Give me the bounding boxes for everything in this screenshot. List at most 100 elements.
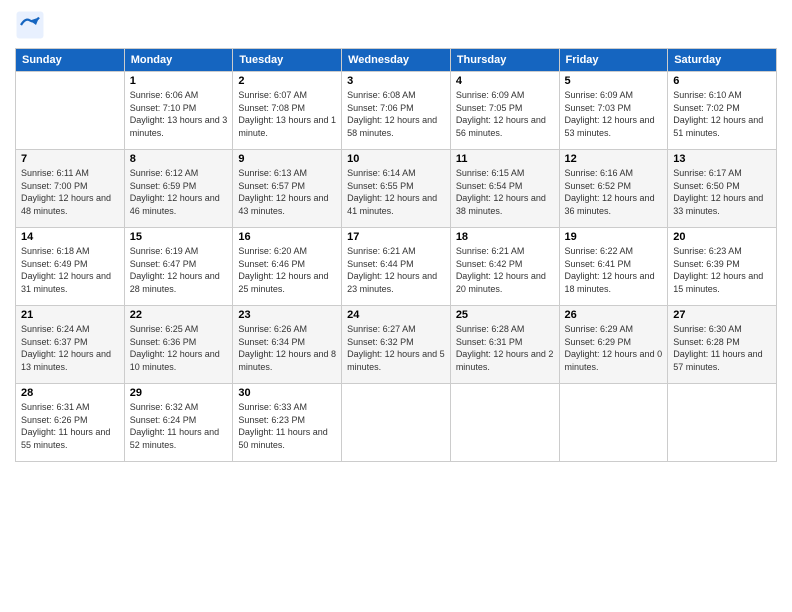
sunset-text: Sunset: 7:05 PM (456, 102, 554, 115)
day-number: 10 (347, 153, 445, 165)
sunset-text: Sunset: 6:34 PM (238, 336, 336, 349)
sunset-text: Sunset: 6:55 PM (347, 180, 445, 193)
day-number: 9 (238, 153, 336, 165)
sunset-text: Sunset: 6:46 PM (238, 258, 336, 271)
calendar-cell: 10 Sunrise: 6:14 AM Sunset: 6:55 PM Dayl… (342, 150, 451, 228)
day-number: 24 (347, 309, 445, 321)
sunrise-text: Sunrise: 6:09 AM (565, 89, 663, 102)
sunrise-text: Sunrise: 6:08 AM (347, 89, 445, 102)
calendar-cell: 18 Sunrise: 6:21 AM Sunset: 6:42 PM Dayl… (450, 228, 559, 306)
sunset-text: Sunset: 6:41 PM (565, 258, 663, 271)
day-info: Sunrise: 6:29 AM Sunset: 6:29 PM Dayligh… (565, 323, 663, 373)
sunset-text: Sunset: 6:26 PM (21, 414, 119, 427)
sunset-text: Sunset: 6:37 PM (21, 336, 119, 349)
daylight-text: Daylight: 12 hours and 10 minutes. (130, 348, 228, 373)
day-number: 6 (673, 75, 771, 87)
calendar-cell (342, 384, 451, 462)
calendar-cell: 9 Sunrise: 6:13 AM Sunset: 6:57 PM Dayli… (233, 150, 342, 228)
sunset-text: Sunset: 7:02 PM (673, 102, 771, 115)
day-number: 2 (238, 75, 336, 87)
sunrise-text: Sunrise: 6:22 AM (565, 245, 663, 258)
sunset-text: Sunset: 6:29 PM (565, 336, 663, 349)
calendar-cell: 2 Sunrise: 6:07 AM Sunset: 7:08 PM Dayli… (233, 72, 342, 150)
daylight-text: Daylight: 11 hours and 57 minutes. (673, 348, 771, 373)
sunrise-text: Sunrise: 6:06 AM (130, 89, 228, 102)
day-number: 7 (21, 153, 119, 165)
sunrise-text: Sunrise: 6:23 AM (673, 245, 771, 258)
daylight-text: Daylight: 11 hours and 50 minutes. (238, 426, 336, 451)
day-number: 12 (565, 153, 663, 165)
day-info: Sunrise: 6:09 AM Sunset: 7:03 PM Dayligh… (565, 89, 663, 139)
sunrise-text: Sunrise: 6:12 AM (130, 167, 228, 180)
day-info: Sunrise: 6:32 AM Sunset: 6:24 PM Dayligh… (130, 401, 228, 451)
calendar-cell: 17 Sunrise: 6:21 AM Sunset: 6:44 PM Dayl… (342, 228, 451, 306)
sunrise-text: Sunrise: 6:16 AM (565, 167, 663, 180)
calendar-week-row: 21 Sunrise: 6:24 AM Sunset: 6:37 PM Dayl… (16, 306, 777, 384)
calendar-cell: 25 Sunrise: 6:28 AM Sunset: 6:31 PM Dayl… (450, 306, 559, 384)
sunset-text: Sunset: 7:00 PM (21, 180, 119, 193)
day-info: Sunrise: 6:15 AM Sunset: 6:54 PM Dayligh… (456, 167, 554, 217)
weekday-header: Thursday (450, 49, 559, 72)
weekday-header: Sunday (16, 49, 125, 72)
day-number: 11 (456, 153, 554, 165)
day-info: Sunrise: 6:08 AM Sunset: 7:06 PM Dayligh… (347, 89, 445, 139)
calendar-cell: 7 Sunrise: 6:11 AM Sunset: 7:00 PM Dayli… (16, 150, 125, 228)
day-info: Sunrise: 6:21 AM Sunset: 6:44 PM Dayligh… (347, 245, 445, 295)
sunset-text: Sunset: 6:49 PM (21, 258, 119, 271)
day-info: Sunrise: 6:09 AM Sunset: 7:05 PM Dayligh… (456, 89, 554, 139)
sunset-text: Sunset: 6:28 PM (673, 336, 771, 349)
daylight-text: Daylight: 12 hours and 13 minutes. (21, 348, 119, 373)
calendar-cell (559, 384, 668, 462)
sunrise-text: Sunrise: 6:18 AM (21, 245, 119, 258)
day-number: 21 (21, 309, 119, 321)
day-number: 17 (347, 231, 445, 243)
sunset-text: Sunset: 7:08 PM (238, 102, 336, 115)
logo-icon (15, 10, 45, 40)
calendar-cell: 16 Sunrise: 6:20 AM Sunset: 6:46 PM Dayl… (233, 228, 342, 306)
day-number: 8 (130, 153, 228, 165)
day-number: 28 (21, 387, 119, 399)
sunset-text: Sunset: 6:32 PM (347, 336, 445, 349)
daylight-text: Daylight: 12 hours and 56 minutes. (456, 114, 554, 139)
daylight-text: Daylight: 12 hours and 33 minutes. (673, 192, 771, 217)
day-number: 1 (130, 75, 228, 87)
sunrise-text: Sunrise: 6:28 AM (456, 323, 554, 336)
day-number: 27 (673, 309, 771, 321)
sunset-text: Sunset: 7:03 PM (565, 102, 663, 115)
daylight-text: Daylight: 12 hours and 25 minutes. (238, 270, 336, 295)
weekday-header: Saturday (668, 49, 777, 72)
sunset-text: Sunset: 6:54 PM (456, 180, 554, 193)
day-info: Sunrise: 6:27 AM Sunset: 6:32 PM Dayligh… (347, 323, 445, 373)
weekday-header: Wednesday (342, 49, 451, 72)
sunset-text: Sunset: 6:42 PM (456, 258, 554, 271)
day-number: 25 (456, 309, 554, 321)
day-info: Sunrise: 6:31 AM Sunset: 6:26 PM Dayligh… (21, 401, 119, 451)
sunrise-text: Sunrise: 6:15 AM (456, 167, 554, 180)
sunset-text: Sunset: 6:57 PM (238, 180, 336, 193)
daylight-text: Daylight: 12 hours and 41 minutes. (347, 192, 445, 217)
daylight-text: Daylight: 12 hours and 36 minutes. (565, 192, 663, 217)
calendar-week-row: 7 Sunrise: 6:11 AM Sunset: 7:00 PM Dayli… (16, 150, 777, 228)
calendar-cell: 15 Sunrise: 6:19 AM Sunset: 6:47 PM Dayl… (124, 228, 233, 306)
daylight-text: Daylight: 12 hours and 48 minutes. (21, 192, 119, 217)
sunset-text: Sunset: 7:06 PM (347, 102, 445, 115)
sunrise-text: Sunrise: 6:33 AM (238, 401, 336, 414)
sunrise-text: Sunrise: 6:14 AM (347, 167, 445, 180)
day-info: Sunrise: 6:13 AM Sunset: 6:57 PM Dayligh… (238, 167, 336, 217)
day-info: Sunrise: 6:28 AM Sunset: 6:31 PM Dayligh… (456, 323, 554, 373)
day-number: 30 (238, 387, 336, 399)
daylight-text: Daylight: 12 hours and 8 minutes. (238, 348, 336, 373)
calendar-cell: 28 Sunrise: 6:31 AM Sunset: 6:26 PM Dayl… (16, 384, 125, 462)
sunset-text: Sunset: 6:36 PM (130, 336, 228, 349)
sunrise-text: Sunrise: 6:19 AM (130, 245, 228, 258)
daylight-text: Daylight: 12 hours and 20 minutes. (456, 270, 554, 295)
logo (15, 10, 49, 40)
sunset-text: Sunset: 6:59 PM (130, 180, 228, 193)
sunrise-text: Sunrise: 6:21 AM (456, 245, 554, 258)
daylight-text: Daylight: 12 hours and 2 minutes. (456, 348, 554, 373)
calendar-cell: 8 Sunrise: 6:12 AM Sunset: 6:59 PM Dayli… (124, 150, 233, 228)
daylight-text: Daylight: 12 hours and 31 minutes. (21, 270, 119, 295)
calendar-cell: 4 Sunrise: 6:09 AM Sunset: 7:05 PM Dayli… (450, 72, 559, 150)
calendar-week-row: 28 Sunrise: 6:31 AM Sunset: 6:26 PM Dayl… (16, 384, 777, 462)
daylight-text: Daylight: 12 hours and 15 minutes. (673, 270, 771, 295)
